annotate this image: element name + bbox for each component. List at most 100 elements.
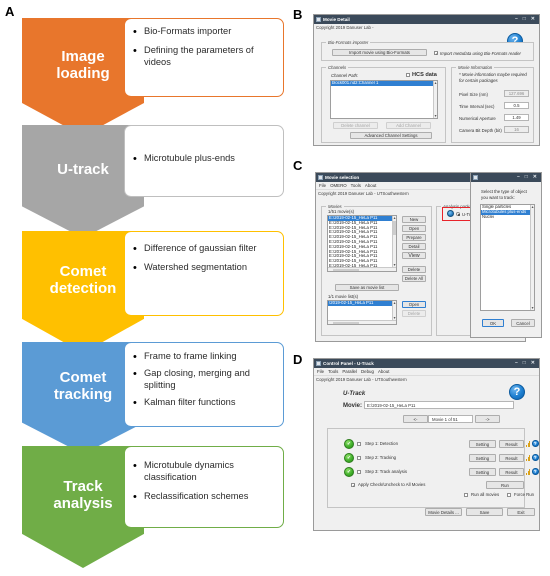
step-2-setting-button[interactable]: Setting: [469, 454, 496, 462]
import-metadata-checkbox[interactable]: [434, 51, 439, 56]
object-type-prompt-line2: you want to track:: [481, 195, 515, 200]
scroll-up-icon[interactable]: ▲: [434, 81, 437, 85]
movie-list-entry[interactable]: \2019-02-15_HeLa P11: [328, 301, 392, 306]
channels-group-title: Channels: [326, 64, 349, 70]
step-3-checkbox[interactable]: [357, 470, 361, 474]
step-2-status-icon: ✓: [344, 453, 354, 463]
step-1-setting-button[interactable]: Setting: [469, 440, 496, 448]
ok-button[interactable]: OK: [482, 319, 504, 327]
maximize-icon[interactable]: □: [525, 175, 528, 180]
step-3-result-button[interactable]: Result: [499, 468, 524, 476]
detail-movie-button[interactable]: Detail: [402, 243, 426, 250]
maximize-icon[interactable]: □: [523, 361, 526, 366]
delete-movie-button[interactable]: Delete: [402, 266, 426, 273]
force-run-checkbox[interactable]: [507, 493, 511, 497]
step-2-help-icon[interactable]: ?: [532, 454, 539, 461]
scroll-down-icon[interactable]: ▼: [434, 114, 437, 118]
step-1-checkbox[interactable]: [357, 442, 361, 446]
scroll-up-icon[interactable]: ▲: [393, 216, 396, 220]
close-icon[interactable]: ✕: [533, 175, 537, 180]
scroll-down-icon[interactable]: ▼: [531, 306, 534, 310]
control-panel-window: Control Panel - U-Track – □ ✕ File Tools…: [313, 358, 540, 531]
advanced-channel-settings-button[interactable]: Advanced Channel Settings: [350, 132, 432, 139]
view-movie-button[interactable]: View: [402, 252, 426, 259]
step-2-result-button[interactable]: Result: [499, 454, 524, 462]
close-icon[interactable]: ✕: [531, 361, 535, 366]
movies-count-label: 1/51 movie(s): [328, 209, 355, 214]
run-all-movies-checkbox[interactable]: [464, 493, 468, 497]
movie-lists-vscrollbar[interactable]: ▲ ▼: [392, 301, 396, 320]
movies-list-scroll-thumb[interactable]: [392, 221, 396, 235]
step-1-chart-icon[interactable]: [526, 441, 531, 447]
maximize-icon[interactable]: □: [523, 17, 526, 22]
minimize-icon[interactable]: –: [515, 361, 518, 366]
step-2-chart-icon[interactable]: [526, 455, 531, 461]
open-movie-list-button[interactable]: Open: [402, 301, 426, 308]
movie-details-button[interactable]: Movie Details ...: [425, 508, 462, 516]
open-movie-button[interactable]: Open: [402, 225, 426, 232]
menu-about[interactable]: About: [365, 183, 376, 188]
menu-omero[interactable]: OMERO: [330, 183, 347, 188]
movie-lists-hscrollbar[interactable]: [328, 320, 396, 324]
import-movie-button[interactable]: Import movie using Bio-Formats: [332, 49, 427, 56]
channel-path-listbox[interactable]: block001.nd2:Channel 1 ▲ ▼: [330, 80, 438, 119]
cancel-button[interactable]: Cancel: [511, 319, 535, 327]
delete-all-movies-button[interactable]: Delete All: [402, 275, 426, 282]
step-3-help-icon[interactable]: ?: [532, 468, 539, 475]
menu-tools[interactable]: Tools: [351, 183, 361, 188]
add-channel-button[interactable]: Add Channel: [386, 122, 431, 129]
time-interval-input[interactable]: 0.5: [504, 102, 529, 109]
channel-list-scrollbar[interactable]: ▲ ▼: [433, 81, 437, 118]
object-type-scrollbar[interactable]: ▲ ▼: [530, 205, 534, 310]
movie-lists-hscroll-thumb[interactable]: [333, 321, 359, 324]
exit-button[interactable]: Exit: [507, 508, 535, 516]
scroll-up-icon[interactable]: ▲: [531, 205, 534, 209]
step-1-help-icon[interactable]: ?: [532, 440, 539, 447]
step-3-chart-icon[interactable]: [526, 469, 531, 475]
channel-list-item[interactable]: block001.nd2:Channel 1: [331, 81, 435, 86]
menu-file[interactable]: File: [317, 369, 324, 374]
force-run-label: Force Run: [514, 492, 535, 497]
menu-about[interactable]: About: [378, 369, 389, 374]
copyright-text: Copyright 2019 Danuser Lab - UTSouthwest…: [316, 377, 407, 382]
new-movie-button[interactable]: New: [402, 216, 426, 223]
movies-list-hscroll-thumb[interactable]: [333, 268, 359, 271]
flow-stage-card: Microtubule plus-ends: [124, 125, 284, 197]
menu-tools[interactable]: Tools: [328, 369, 338, 374]
close-icon[interactable]: ✕: [531, 17, 535, 22]
apply-all-movies-label: Apply Check/Uncheck to All Movies: [358, 482, 426, 487]
minimize-icon[interactable]: –: [515, 17, 518, 22]
delete-movie-list-button[interactable]: Delete: [402, 310, 426, 317]
movies-listbox[interactable]: E:\2019-02-15_HeLa P11 E:\2019-02-15_HeL…: [327, 215, 397, 272]
movies-list-hscrollbar[interactable]: [328, 267, 396, 271]
object-type-listbox[interactable]: Single particles Microtubules plus-ends …: [480, 204, 535, 311]
flow-bullet: Gap closing, merging and splitting: [133, 367, 277, 392]
panel-letter-b: B: [293, 7, 303, 22]
apply-all-movies-checkbox[interactable]: [351, 483, 356, 488]
save-button[interactable]: Save: [466, 508, 503, 516]
bioformats-group-title: Bio-Formats importer: [326, 39, 371, 45]
movie-selector-dropdown[interactable]: Movie 1 of 51: [428, 415, 473, 423]
step-1-result-button[interactable]: Result: [499, 440, 524, 448]
help-icon[interactable]: ?: [509, 384, 525, 400]
previous-movie-button[interactable]: <-: [403, 415, 428, 423]
next-movie-button[interactable]: ->: [475, 415, 500, 423]
menu-debug[interactable]: Debug: [361, 369, 374, 374]
step-2-label: Step 2: Tracking: [365, 455, 397, 460]
menu-file[interactable]: File: [319, 183, 326, 188]
numerical-aperture-input[interactable]: 1.49: [504, 114, 529, 121]
step-2-checkbox[interactable]: [357, 456, 361, 460]
hcs-data-checkbox[interactable]: [406, 73, 410, 77]
run-button[interactable]: Run: [486, 481, 524, 489]
step-3-setting-button[interactable]: Setting: [469, 468, 496, 476]
scroll-up-icon[interactable]: ▲: [393, 301, 396, 305]
movie-path-input[interactable]: E:\2019-02-15_HeLa P11: [364, 401, 514, 409]
movie-lists-listbox[interactable]: \2019-02-15_HeLa P11 ▲ ▼: [327, 300, 397, 325]
save-as-movie-list-button[interactable]: Save as movie list: [335, 284, 399, 291]
control-panel-menubar[interactable]: File Tools Parallel Debug About: [314, 368, 539, 376]
minimize-icon[interactable]: –: [517, 175, 520, 180]
object-type-option[interactable]: Nuclei: [481, 215, 532, 220]
delete-channel-button[interactable]: Delete channel: [333, 122, 378, 129]
menu-parallel[interactable]: Parallel: [342, 369, 357, 374]
prepare-movie-button[interactable]: Prepare: [402, 234, 426, 241]
